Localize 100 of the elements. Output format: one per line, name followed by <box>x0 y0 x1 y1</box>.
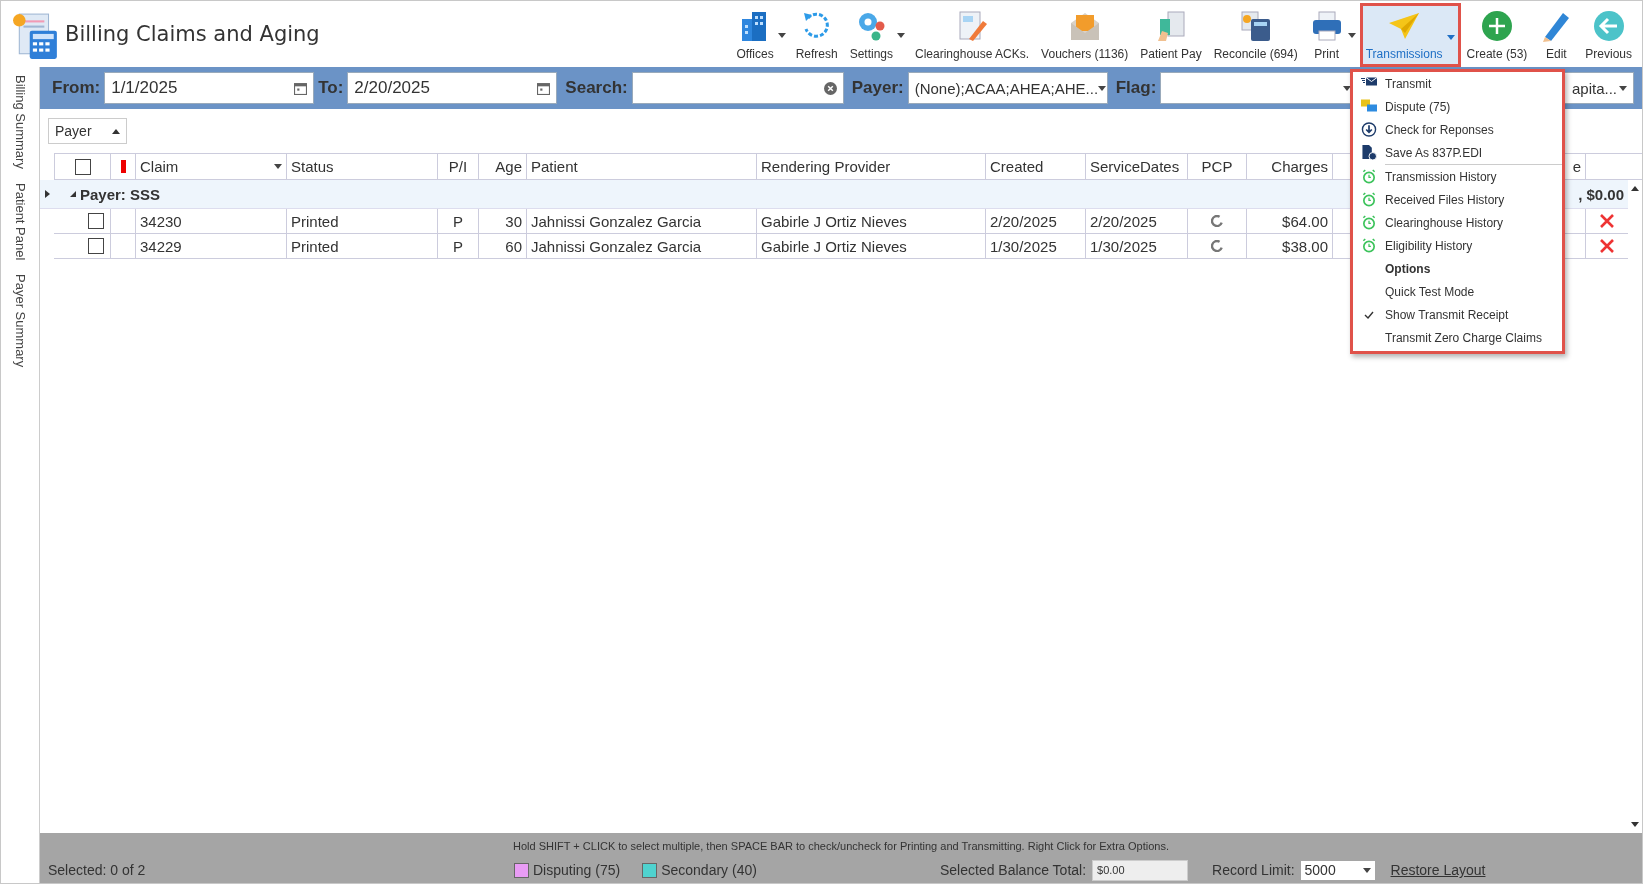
clear-icon[interactable] <box>823 81 837 95</box>
menu-item[interactable]: Quick Test Mode <box>1353 280 1562 303</box>
table-cell: $38.00 <box>1282 237 1328 255</box>
table-cell: P <box>453 237 463 255</box>
search-field[interactable] <box>631 72 844 104</box>
column-header[interactable]: Created <box>985 154 1085 179</box>
balance-field: $0.00 <box>1092 859 1189 881</box>
print-toolbar-button[interactable]: Print <box>1303 3 1350 67</box>
collapse-triangle-icon[interactable] <box>70 191 76 197</box>
document-toolbar-button[interactable]: Clearinghouse ACKs. <box>909 3 1036 67</box>
table-cell: 34230 <box>140 212 182 230</box>
group-by-chip[interactable]: Payer <box>48 118 127 144</box>
caret-icon[interactable] <box>274 164 282 169</box>
table-cell: Printed <box>291 212 339 230</box>
menu-section-header: Options <box>1384 260 1432 278</box>
hint-text: Hold SHIFT + CLICK to select multiple, then SPACE BAR to check/uncheck for Printing and Transmitting. Right Click for Extra Options. <box>512 839 1170 854</box>
plus-circle-icon <box>1479 9 1514 43</box>
column-header[interactable]: P/I <box>437 154 478 179</box>
from-label: From: <box>52 78 101 98</box>
table-cell: 2/20/2025 <box>1090 212 1157 230</box>
download-circle-icon <box>1361 122 1377 137</box>
record-limit-dropdown[interactable]: 5000 <box>1300 860 1375 880</box>
selected-count: Selected: 0 of 2 <box>48 862 147 879</box>
caret-icon[interactable] <box>897 32 906 38</box>
table-cell: Jahnissi Gonzalez Garcia <box>531 212 702 230</box>
billing-calculator-icon <box>13 12 59 60</box>
scroll-up-icon[interactable] <box>1631 186 1639 191</box>
table-cell: Jahnissi Gonzalez Garcia <box>531 237 702 255</box>
legend-label: Disputing (75) <box>533 862 621 879</box>
to-date-field[interactable]: 2/20/2025 <box>347 72 558 104</box>
column-header[interactable]: Patient <box>526 154 756 179</box>
window-title: Billing Claims and Aging <box>65 22 321 46</box>
offices-toolbar-button[interactable]: Offices <box>730 3 780 67</box>
column-header[interactable]: Rendering Provider <box>756 154 985 179</box>
payer-label: Payer: <box>851 78 904 98</box>
table-cell: Gabirle J Ortiz Nieves <box>761 237 907 255</box>
delete-icon[interactable] <box>1598 238 1615 254</box>
pay-toolbar-button[interactable]: Patient Pay <box>1134 3 1208 67</box>
calculator-toolbar-button[interactable]: Reconcile (694) <box>1207 3 1304 67</box>
menu-item[interactable]: Received Files History <box>1353 188 1562 211</box>
payer-dropdown[interactable]: (None);ACAA;AHEA;AHE... <box>907 72 1108 104</box>
group-total: , $0.00 <box>1578 185 1624 203</box>
edit-toolbar-button[interactable]: Edit <box>1533 3 1580 67</box>
caret-icon[interactable] <box>1347 32 1356 38</box>
menu-item[interactable]: Transmit <box>1353 72 1562 95</box>
settings-toolbar-button[interactable]: Settings <box>843 3 900 67</box>
alarm-clock-icon <box>1361 215 1377 230</box>
table-cell: 30 <box>505 212 522 230</box>
column-header[interactable]: ServiceDates <box>1085 154 1187 179</box>
table-cell: 2/20/2025 <box>990 212 1057 230</box>
column-header[interactable]: Charges <box>1246 154 1332 179</box>
table-cell: Gabirle J Ortiz Nieves <box>761 212 907 230</box>
side-tab[interactable]: Patient Panel <box>12 182 28 261</box>
calendar-icon[interactable] <box>294 81 308 95</box>
caret-icon <box>1362 867 1371 873</box>
column-header[interactable]: PCP <box>1187 154 1246 179</box>
delete-icon[interactable] <box>1598 213 1615 229</box>
menu-item[interactable]: Transmit Zero Charge Claims <box>1353 326 1562 349</box>
balance-label: Selected Balance Total: <box>940 862 1087 879</box>
restore-layout-link[interactable]: Restore Layout <box>1390 862 1486 879</box>
file-save-icon <box>1361 145 1377 160</box>
side-tab[interactable]: Billing Summary <box>12 75 28 169</box>
legend-label: Secondary (40) <box>661 862 757 879</box>
expand-arrow-icon[interactable] <box>45 190 50 198</box>
row-checkbox[interactable] <box>88 238 104 254</box>
calendar-icon[interactable] <box>537 81 551 95</box>
table-cell: Printed <box>291 237 339 255</box>
refresh-toolbar-button[interactable]: Refresh <box>789 3 844 67</box>
alarm-clock-icon <box>1361 169 1377 184</box>
column-header[interactable]: Claim <box>135 154 286 179</box>
flag-label: Flag: <box>1115 78 1157 98</box>
menu-item[interactable]: Dispute (75) <box>1353 95 1562 118</box>
record-limit-label: Record Limit: <box>1212 862 1295 879</box>
search-label: Search: <box>565 78 628 98</box>
plane-toolbar-button[interactable]: Transmissions <box>1359 3 1461 67</box>
table-cell: $64.00 <box>1282 212 1328 230</box>
row-checkbox[interactable] <box>88 213 104 229</box>
table-cell: 34229 <box>140 237 182 255</box>
flag-icon <box>120 160 126 173</box>
menu-item[interactable]: Save As 837P.EDI <box>1353 141 1562 164</box>
select-all-checkbox[interactable] <box>74 158 91 175</box>
alarm-clock-icon <box>1361 192 1377 207</box>
column-header[interactable]: Status <box>286 154 437 179</box>
menu-item[interactable]: Check for Reponses <box>1353 118 1562 141</box>
side-tab[interactable]: Payer Summary <box>12 274 28 368</box>
scroll-down-icon[interactable] <box>1631 822 1639 827</box>
caret-icon <box>1619 85 1627 91</box>
table-cell: P <box>453 212 463 230</box>
table-cell: 1/30/2025 <box>1090 237 1157 255</box>
create-toolbar-button[interactable]: Create (53) <box>1460 3 1534 67</box>
voucher-toolbar-button[interactable]: Vouchers (1136) <box>1035 3 1135 67</box>
caret-icon <box>1343 85 1352 91</box>
menu-item[interactable]: Show Transmit Receipt <box>1353 303 1562 326</box>
from-date-field[interactable]: 1/1/2025 <box>104 72 315 104</box>
previous-toolbar-button[interactable]: Previous <box>1579 3 1638 67</box>
column-header[interactable]: Age <box>478 154 526 179</box>
menu-item[interactable]: Eligibility History <box>1353 234 1562 257</box>
chat-bubbles-icon <box>1361 99 1377 114</box>
menu-item[interactable]: Clearinghouse History <box>1353 211 1562 234</box>
caret-icon[interactable] <box>777 32 786 38</box>
